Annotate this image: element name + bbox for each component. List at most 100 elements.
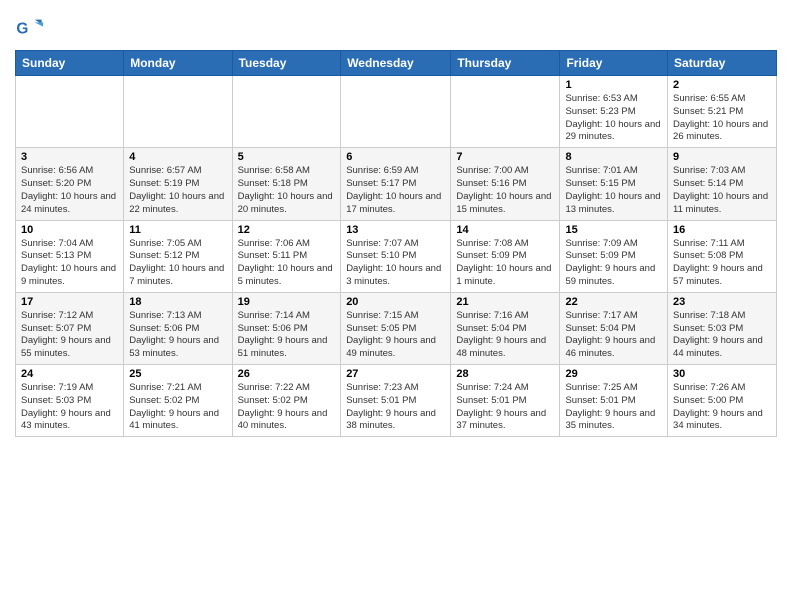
day-number: 25 (129, 368, 226, 380)
day-number: 1 (565, 79, 662, 91)
day-number: 10 (21, 224, 118, 236)
day-info: Sunrise: 6:53 AM Sunset: 5:23 PM Dayligh… (565, 93, 662, 144)
day-info: Sunrise: 7:04 AM Sunset: 5:13 PM Dayligh… (21, 238, 118, 289)
day-info: Sunrise: 7:13 AM Sunset: 5:06 PM Dayligh… (129, 310, 226, 361)
calendar-weekday-monday: Monday (124, 51, 232, 76)
calendar-cell: 29Sunrise: 7:25 AM Sunset: 5:01 PM Dayli… (560, 365, 668, 437)
day-number: 3 (21, 151, 118, 163)
day-info: Sunrise: 7:08 AM Sunset: 5:09 PM Dayligh… (456, 238, 554, 289)
calendar-cell: 28 Sunrise: 7:24 AM Sunset: 5:01 PM Dayli… (451, 365, 560, 437)
calendar-week-row-1: 1 Sunrise: 6:53 AM Sunset: 5:23 PM Daylig… (16, 76, 777, 148)
page: G SundayMondayTuesdayWednesdayThursdayFr… (0, 0, 792, 612)
day-info: Sunrise: 7:16 AM Sunset: 5:04 PM Dayligh… (456, 310, 554, 361)
day-number: 15 (565, 224, 662, 236)
calendar-cell: 18 Sunrise: 7:13 AM Sunset: 5:06 PM Dayli… (124, 292, 232, 364)
day-info: Sunrise: 7:06 AM Sunset: 5:11 PM Dayligh… (238, 238, 336, 289)
day-info: Sunrise: 6:59 AM Sunset: 5:17 PM Dayligh… (346, 165, 445, 216)
day-number: 26 (238, 368, 336, 380)
calendar-weekday-saturday: Saturday (668, 51, 777, 76)
calendar-cell: 11Sunrise: 7:05 AM Sunset: 5:12 PM Dayli… (124, 220, 232, 292)
day-number: 2 (673, 79, 771, 91)
calendar-cell: 5 Sunrise: 6:58 AM Sunset: 5:18 PM Daylig… (232, 148, 341, 220)
day-info: Sunrise: 7:07 AM Sunset: 5:10 PM Dayligh… (346, 238, 445, 289)
day-info: Sunrise: 7:01 AM Sunset: 5:15 PM Dayligh… (565, 165, 662, 216)
calendar-cell (124, 76, 232, 148)
logo: G (15, 14, 47, 42)
day-number: 17 (21, 296, 118, 308)
calendar-cell: 26 Sunrise: 7:22 AM Sunset: 5:02 PM Dayli… (232, 365, 341, 437)
day-info: Sunrise: 7:12 AM Sunset: 5:07 PM Dayligh… (21, 310, 118, 361)
calendar-cell: 4 Sunrise: 6:57 AM Sunset: 5:19 PM Daylig… (124, 148, 232, 220)
calendar-weekday-thursday: Thursday (451, 51, 560, 76)
calendar-cell: 12 Sunrise: 7:06 AM Sunset: 5:11 PM Dayli… (232, 220, 341, 292)
calendar-cell: 10 Sunrise: 7:04 AM Sunset: 5:13 PM Dayli… (16, 220, 124, 292)
calendar-cell: 23 Sunrise: 7:18 AM Sunset: 5:03 PM Dayli… (668, 292, 777, 364)
day-number: 5 (238, 151, 336, 163)
day-info: Sunrise: 6:56 AM Sunset: 5:20 PM Dayligh… (21, 165, 118, 216)
day-info: Sunrise: 7:19 AM Sunset: 5:03 PM Dayligh… (21, 382, 118, 433)
calendar-cell: 9Sunrise: 7:03 AM Sunset: 5:14 PM Daylig… (668, 148, 777, 220)
day-info: Sunrise: 7:05 AM Sunset: 5:12 PM Dayligh… (129, 238, 226, 289)
day-info: Sunrise: 7:09 AM Sunset: 5:09 PM Dayligh… (565, 238, 662, 289)
day-info: Sunrise: 7:14 AM Sunset: 5:06 PM Dayligh… (238, 310, 336, 361)
day-info: Sunrise: 7:26 AM Sunset: 5:00 PM Dayligh… (673, 382, 771, 433)
day-info: Sunrise: 6:55 AM Sunset: 5:21 PM Dayligh… (673, 93, 771, 144)
calendar-week-row-3: 10 Sunrise: 7:04 AM Sunset: 5:13 PM Dayli… (16, 220, 777, 292)
calendar-cell: 24 Sunrise: 7:19 AM Sunset: 5:03 PM Dayli… (16, 365, 124, 437)
calendar-week-row-4: 17 Sunrise: 7:12 AM Sunset: 5:07 PM Dayli… (16, 292, 777, 364)
day-number: 21 (456, 296, 554, 308)
calendar-cell: 20Sunrise: 7:15 AM Sunset: 5:05 PM Dayli… (341, 292, 451, 364)
calendar-weekday-wednesday: Wednesday (341, 51, 451, 76)
calendar-cell: 19Sunrise: 7:14 AM Sunset: 5:06 PM Dayli… (232, 292, 341, 364)
calendar-weekday-friday: Friday (560, 51, 668, 76)
day-info: Sunrise: 7:15 AM Sunset: 5:05 PM Dayligh… (346, 310, 445, 361)
calendar-cell (451, 76, 560, 148)
day-number: 6 (346, 151, 445, 163)
day-info: Sunrise: 7:17 AM Sunset: 5:04 PM Dayligh… (565, 310, 662, 361)
day-number: 24 (21, 368, 118, 380)
day-number: 8 (565, 151, 662, 163)
calendar-cell (16, 76, 124, 148)
svg-text:G: G (16, 21, 28, 38)
day-info: Sunrise: 7:24 AM Sunset: 5:01 PM Dayligh… (456, 382, 554, 433)
calendar-table: SundayMondayTuesdayWednesdayThursdayFrid… (15, 50, 777, 437)
day-number: 7 (456, 151, 554, 163)
day-info: Sunrise: 7:21 AM Sunset: 5:02 PM Dayligh… (129, 382, 226, 433)
day-number: 16 (673, 224, 771, 236)
day-info: Sunrise: 7:11 AM Sunset: 5:08 PM Dayligh… (673, 238, 771, 289)
day-number: 12 (238, 224, 336, 236)
day-info: Sunrise: 7:00 AM Sunset: 5:16 PM Dayligh… (456, 165, 554, 216)
calendar-cell (232, 76, 341, 148)
day-number: 22 (565, 296, 662, 308)
calendar-cell: 25 Sunrise: 7:21 AM Sunset: 5:02 PM Dayli… (124, 365, 232, 437)
day-info: Sunrise: 7:18 AM Sunset: 5:03 PM Dayligh… (673, 310, 771, 361)
day-info: Sunrise: 7:23 AM Sunset: 5:01 PM Dayligh… (346, 382, 445, 433)
calendar-week-row-5: 24 Sunrise: 7:19 AM Sunset: 5:03 PM Dayli… (16, 365, 777, 437)
day-number: 28 (456, 368, 554, 380)
day-number: 27 (346, 368, 445, 380)
day-info: Sunrise: 6:57 AM Sunset: 5:19 PM Dayligh… (129, 165, 226, 216)
day-number: 14 (456, 224, 554, 236)
day-info: Sunrise: 7:25 AM Sunset: 5:01 PM Dayligh… (565, 382, 662, 433)
calendar-header-row: SundayMondayTuesdayWednesdayThursdayFrid… (16, 51, 777, 76)
calendar-cell: 8 Sunrise: 7:01 AM Sunset: 5:15 PM Daylig… (560, 148, 668, 220)
header: G (15, 10, 777, 42)
day-number: 18 (129, 296, 226, 308)
day-number: 9 (673, 151, 771, 163)
day-info: Sunrise: 7:22 AM Sunset: 5:02 PM Dayligh… (238, 382, 336, 433)
calendar-cell: 13Sunrise: 7:07 AM Sunset: 5:10 PM Dayli… (341, 220, 451, 292)
day-number: 4 (129, 151, 226, 163)
calendar-cell: 17 Sunrise: 7:12 AM Sunset: 5:07 PM Dayli… (16, 292, 124, 364)
calendar-cell: 3 Sunrise: 6:56 AM Sunset: 5:20 PM Daylig… (16, 148, 124, 220)
calendar-cell: 2 Sunrise: 6:55 AM Sunset: 5:21 PM Daylig… (668, 76, 777, 148)
calendar-weekday-tuesday: Tuesday (232, 51, 341, 76)
logo-icon: G (15, 14, 43, 42)
calendar-cell (341, 76, 451, 148)
calendar-cell: 16 Sunrise: 7:11 AM Sunset: 5:08 PM Dayli… (668, 220, 777, 292)
day-number: 30 (673, 368, 771, 380)
day-number: 23 (673, 296, 771, 308)
calendar-cell: 21 Sunrise: 7:16 AM Sunset: 5:04 PM Dayli… (451, 292, 560, 364)
calendar-weekday-sunday: Sunday (16, 51, 124, 76)
calendar-cell: 6 Sunrise: 6:59 AM Sunset: 5:17 PM Daylig… (341, 148, 451, 220)
day-info: Sunrise: 6:58 AM Sunset: 5:18 PM Dayligh… (238, 165, 336, 216)
